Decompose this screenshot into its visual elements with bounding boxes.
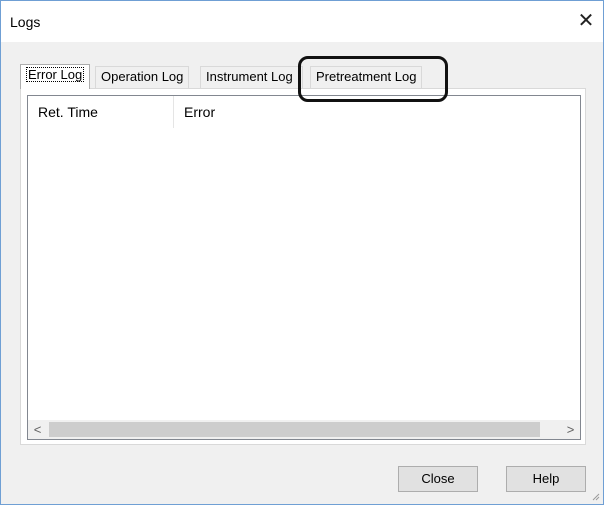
tab-operation-log[interactable]: Operation Log xyxy=(95,66,190,88)
tab-error-log[interactable]: Error Log xyxy=(20,64,91,89)
window-title: Logs xyxy=(10,14,41,30)
title-bar: Logs ✕ xyxy=(1,1,603,42)
scrollbar-thumb[interactable] xyxy=(49,422,540,437)
scroll-right-icon[interactable]: > xyxy=(561,420,580,439)
tab-panel: Ret. Time Error < > xyxy=(20,88,586,445)
close-button[interactable]: Close xyxy=(398,466,478,492)
scroll-left-icon[interactable]: < xyxy=(28,420,47,439)
close-icon[interactable]: ✕ xyxy=(571,6,601,36)
help-button[interactable]: Help xyxy=(506,466,586,492)
column-header-ret-time[interactable]: Ret. Time xyxy=(28,96,174,128)
highlight-annotation xyxy=(298,56,448,102)
horizontal-scrollbar[interactable]: < > xyxy=(28,420,580,439)
resize-grip-icon[interactable] xyxy=(590,491,600,501)
logs-dialog: Logs ✕ Error Log Operation Log Instrumen… xyxy=(0,0,604,505)
tab-instrument-log[interactable]: Instrument Log xyxy=(200,66,303,88)
error-log-list[interactable]: Ret. Time Error < > xyxy=(27,95,581,440)
